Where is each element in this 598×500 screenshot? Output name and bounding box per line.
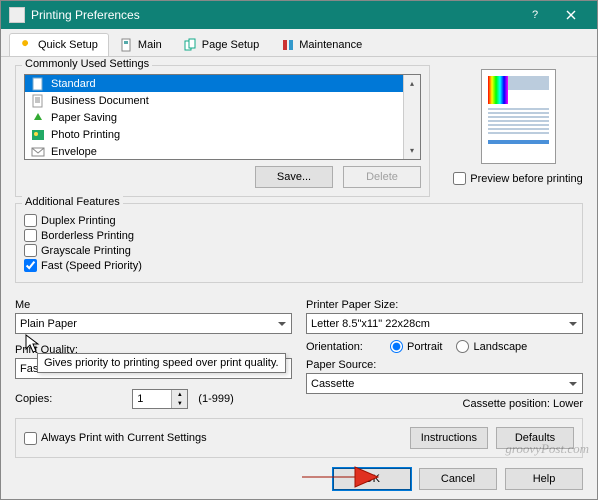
commonly-used-group: Commonly Used Settings Standard Business… [15, 65, 430, 197]
borderless-checkbox[interactable] [24, 229, 37, 242]
landscape-radio[interactable] [456, 340, 469, 353]
always-print-checkbox[interactable] [24, 432, 37, 445]
tools-icon [281, 38, 295, 52]
list-item-label: Envelope [51, 146, 97, 158]
page-icon [120, 38, 134, 52]
preview-image-icon [488, 76, 508, 104]
cassette-position: Cassette position: Lower [306, 398, 583, 410]
copies-label: Copies: [15, 393, 52, 405]
tab-page-setup[interactable]: Page Setup [173, 33, 271, 56]
media-label: Me [15, 299, 292, 311]
list-item[interactable]: Photo Printing [25, 126, 420, 143]
list-item[interactable]: Envelope [25, 143, 420, 160]
list-item-label: Photo Printing [51, 129, 120, 141]
instructions-button[interactable]: Instructions [410, 427, 488, 449]
titlebar: Printing Preferences ? [1, 1, 597, 29]
fast-checkbox[interactable] [24, 259, 37, 272]
spin-down[interactable]: ▼ [172, 399, 187, 408]
dialog-buttons: OK Cancel Help [15, 468, 583, 490]
bottom-group: Always Print with Current Settings Instr… [15, 418, 583, 458]
preview-label: Preview before printing [470, 173, 583, 185]
save-settings-button[interactable]: Save... [255, 166, 333, 188]
copies-value: 1 [137, 393, 143, 405]
portrait-radio[interactable] [390, 340, 403, 353]
paper-size-select[interactable]: Letter 8.5"x11" 22x28cm [306, 313, 583, 334]
recycle-icon [31, 111, 45, 125]
additional-features-group: Additional Features Duplex Printing Bord… [15, 203, 583, 283]
tab-quick-setup[interactable]: Quick Setup [9, 33, 109, 56]
grayscale-label: Grayscale Printing [41, 245, 131, 257]
list-item-standard[interactable]: Standard [25, 75, 420, 92]
borderless-label: Borderless Printing [41, 230, 134, 242]
grayscale-checkbox[interactable] [24, 244, 37, 257]
page-preview [481, 69, 556, 164]
defaults-button[interactable]: Defaults [496, 427, 574, 449]
scroll-up-button[interactable]: ▴ [404, 75, 420, 92]
tab-strip: Quick Setup Main Page Setup Maintenance [1, 29, 597, 57]
doc-icon [31, 94, 45, 108]
preview-before-checkbox[interactable] [453, 172, 466, 185]
help-button[interactable]: Help [505, 468, 583, 490]
media-value: Plain Paper [20, 318, 77, 330]
list-item-label: Business Document [51, 95, 149, 107]
delete-settings-button: Delete [343, 166, 421, 188]
group-legend: Commonly Used Settings [22, 58, 152, 70]
doc-icon [31, 77, 45, 91]
spin-up[interactable]: ▲ [172, 390, 187, 399]
photo-icon [31, 128, 45, 142]
window-title: Printing Preferences [31, 8, 517, 22]
tab-content: Commonly Used Settings Standard Business… [1, 57, 597, 499]
source-label: Paper Source: [306, 359, 583, 371]
paper-size-label: Printer Paper Size: [306, 299, 583, 311]
scroll-down-button[interactable]: ▾ [404, 142, 420, 159]
tab-label: Main [138, 39, 162, 51]
list-item[interactable]: Paper Saving [25, 109, 420, 126]
settings-listbox[interactable]: Standard Business Document Paper Saving … [24, 74, 421, 160]
scroll-thumb[interactable] [404, 92, 420, 142]
tab-main[interactable]: Main [109, 33, 173, 56]
paper-size-value: Letter 8.5"x11" 22x28cm [311, 318, 430, 330]
copies-spinner[interactable]: 1 ▲▼ [132, 389, 188, 409]
red-arrow-icon [300, 462, 380, 492]
duplex-checkbox[interactable] [24, 214, 37, 227]
portrait-label: Portrait [407, 341, 442, 353]
orientation-label: Orientation: [306, 341, 376, 353]
dialog-window: Printing Preferences ? Quick Setup Main … [0, 0, 598, 500]
envelope-icon [31, 145, 45, 159]
landscape-label: Landscape [473, 341, 527, 353]
always-print-label: Always Print with Current Settings [41, 432, 207, 444]
close-button[interactable] [553, 1, 589, 29]
duplex-label: Duplex Printing [41, 215, 116, 227]
list-item-label: Paper Saving [51, 112, 117, 124]
tooltip: Gives priority to printing speed over pr… [37, 353, 286, 373]
scrollbar[interactable]: ▴ ▾ [403, 75, 420, 159]
preview-pane: Preview before printing [453, 65, 583, 187]
tab-label: Page Setup [202, 39, 260, 51]
tab-label: Maintenance [299, 39, 362, 51]
tooltip-text: Gives priority to printing speed over pr… [44, 357, 279, 369]
list-item-label: Standard [51, 78, 96, 90]
cancel-button[interactable]: Cancel [419, 468, 497, 490]
tab-maintenance[interactable]: Maintenance [270, 33, 373, 56]
list-item[interactable]: Business Document [25, 92, 420, 109]
source-select[interactable]: Cassette [306, 373, 583, 394]
help-button[interactable]: ? [517, 1, 553, 29]
group-legend: Additional Features [22, 196, 123, 208]
tab-label: Quick Setup [38, 39, 98, 51]
source-value: Cassette [311, 378, 354, 390]
media-type-select[interactable]: Plain Paper [15, 313, 292, 334]
fast-label: Fast (Speed Priority) [41, 260, 142, 272]
pages-icon [184, 38, 198, 52]
wrench-icon [20, 38, 34, 52]
copies-range: (1-999) [198, 393, 233, 405]
printer-icon [9, 7, 25, 23]
